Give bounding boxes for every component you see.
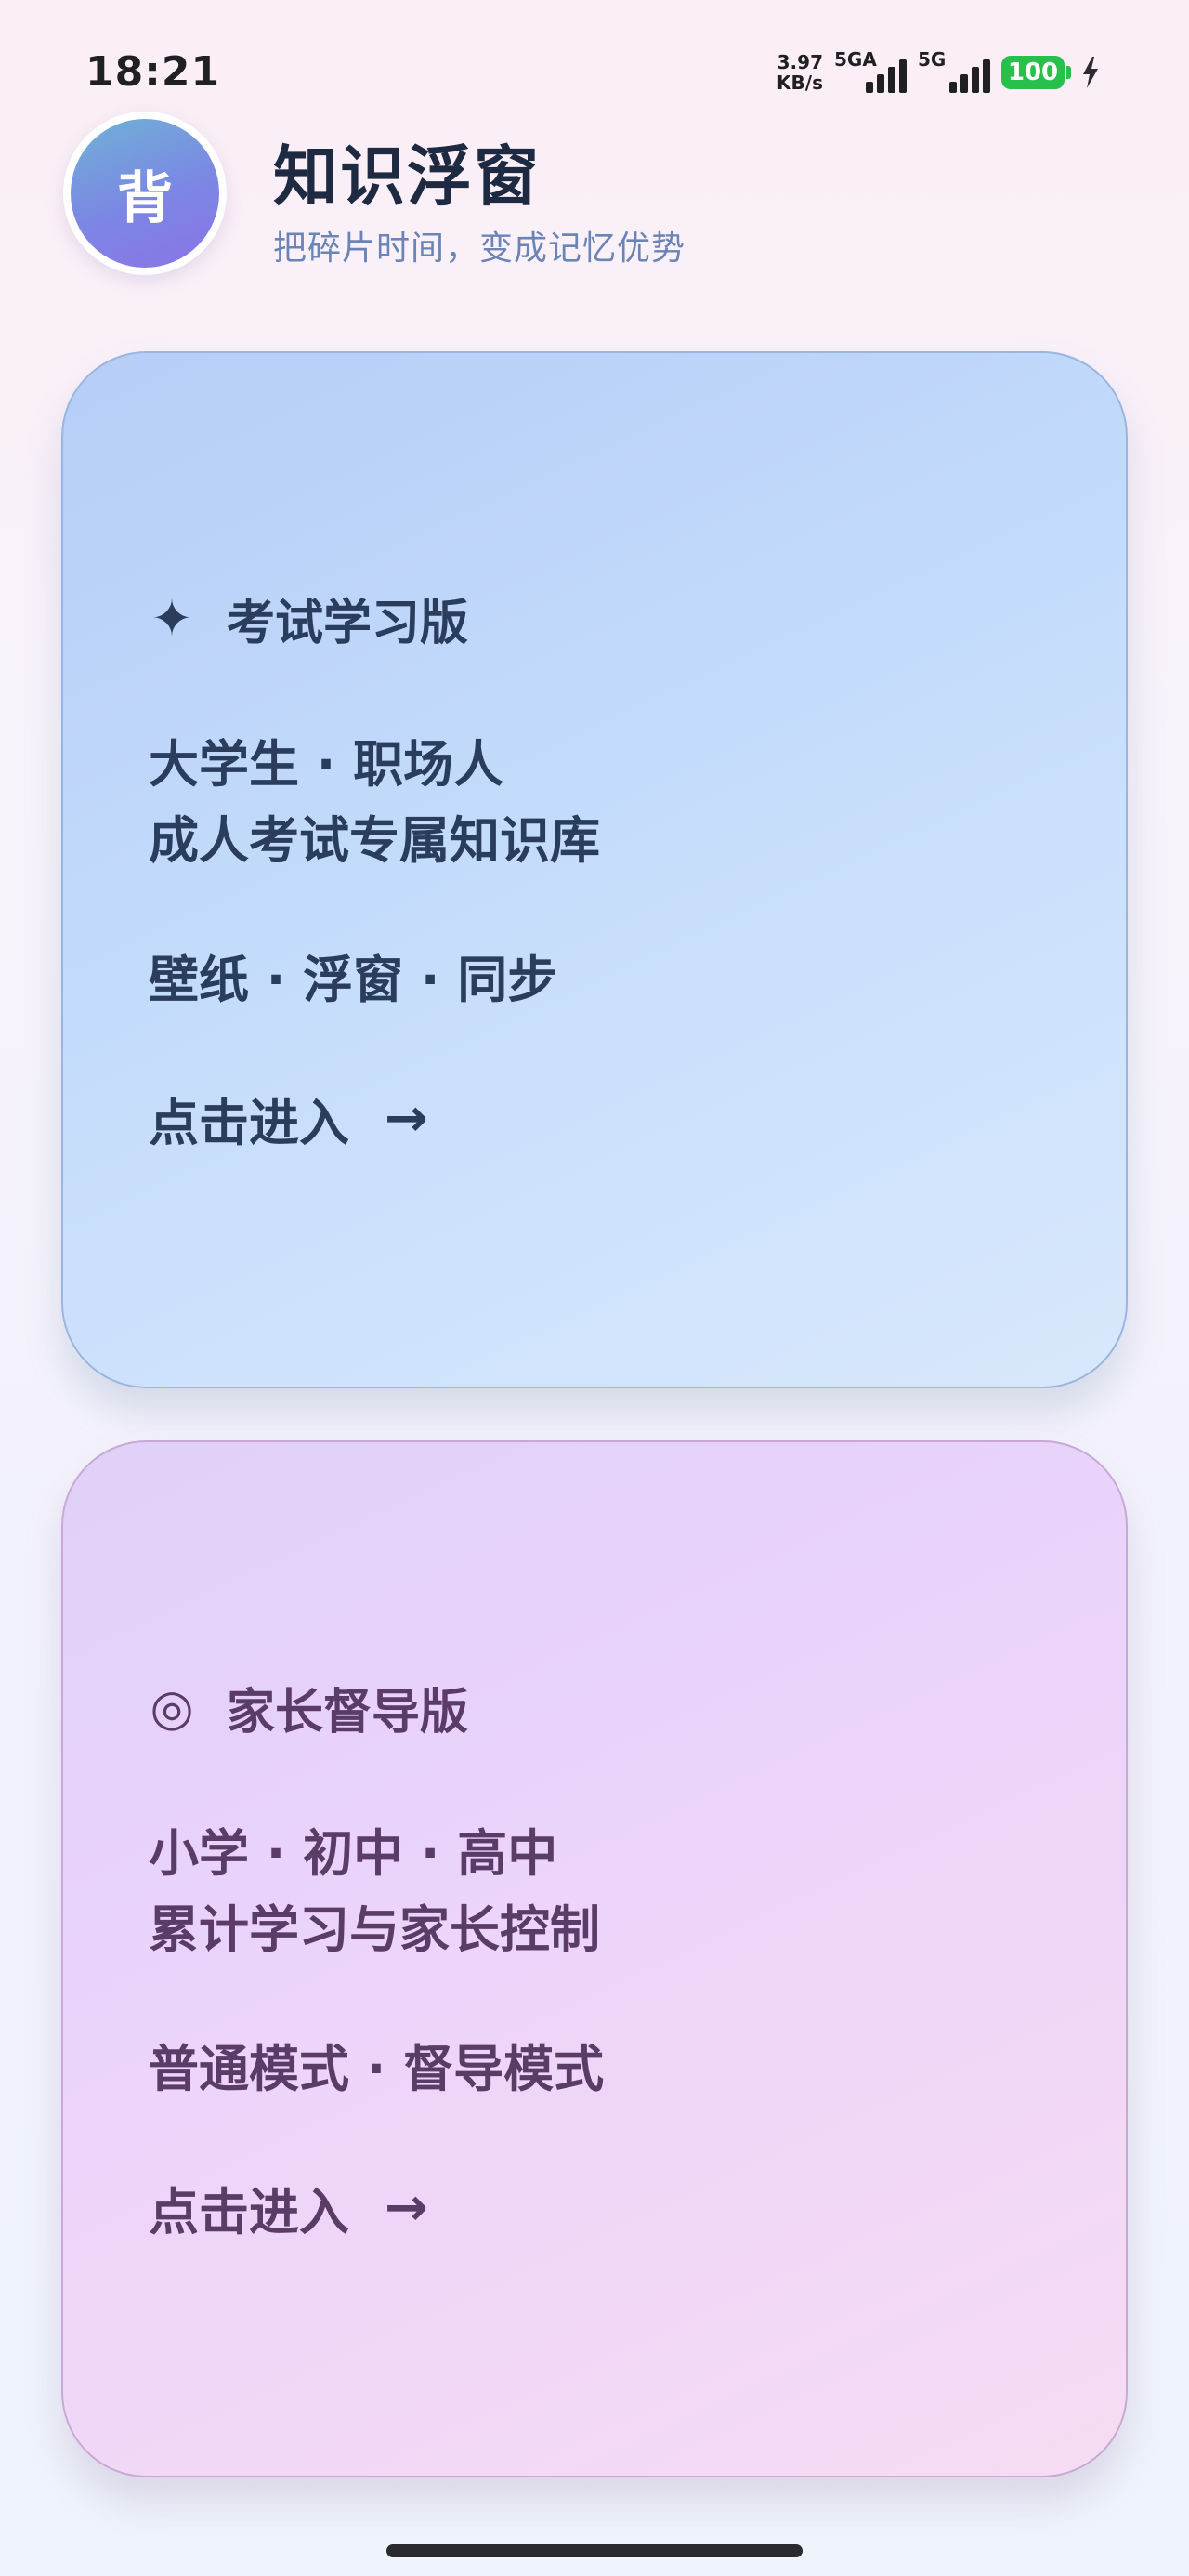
card-features: 普通模式 · 督导模式 (149, 2040, 605, 2098)
card-heading: ◎ 家长督导版 (149, 1673, 468, 1742)
enter-parent-edition-link[interactable]: 点击进入 → (149, 2171, 428, 2244)
card-title: 考试学习版 (227, 596, 469, 651)
gesture-navigation-bar[interactable] (386, 2544, 803, 2557)
signal-5ga: 5GA (834, 48, 907, 95)
battery-level: 100 (1007, 59, 1059, 86)
status-time: 18:21 (85, 48, 221, 96)
enter-label: 点击进入 (149, 1094, 349, 1152)
battery-icon: 100 (1001, 56, 1071, 89)
card-target-line: 大学生 · 职场人 (149, 735, 504, 794)
status-bar: 18:21 3.97 KB/s 5GA 5G 100 (0, 0, 1189, 102)
card-target-audience: 小学 · 初中 · 高中 累计学习与家长控制 (149, 1816, 600, 1968)
network-speed-unit: KB/s (777, 72, 823, 94)
card-target-audience: 大学生 · 职场人 成人考试专属知识库 (149, 727, 600, 879)
network-speed: 3.97 KB/s (777, 52, 823, 93)
signal-bars-icon (866, 59, 907, 93)
bullseye-icon: ◎ (150, 1678, 194, 1737)
app-title: 知识浮窗 (273, 138, 541, 215)
card-heading: ✦ 考试学习版 (149, 584, 468, 653)
enter-label: 点击进入 (149, 2183, 349, 2241)
signal-5g: 5G (918, 48, 990, 95)
app-logo-avatar: 背 (63, 112, 227, 275)
status-icons: 3.97 KB/s 5GA 5G 100 (777, 48, 1100, 97)
signal-5g-label: 5G (918, 48, 947, 71)
app-logo-char: 背 (71, 119, 219, 268)
signal-bars-icon (949, 59, 990, 93)
network-speed-value: 3.97 (777, 51, 823, 73)
sparkle-icon: ✦ (150, 589, 193, 648)
card-target-line: 成人考试专属知识库 (149, 811, 600, 870)
card-features: 壁纸 · 浮窗 · 同步 (149, 951, 558, 1009)
card-title: 家长督导版 (227, 1685, 469, 1741)
charging-bolt-icon (1083, 57, 1098, 88)
arrow-right-icon: → (385, 2177, 428, 2238)
arrow-right-icon: → (385, 1088, 428, 1149)
parent-edition-card[interactable]: ◎ 家长督导版 小学 · 初中 · 高中 累计学习与家长控制 普通模式 · 督导… (61, 1440, 1128, 2477)
enter-exam-edition-link[interactable]: 点击进入 → (149, 1082, 428, 1155)
card-target-line: 小学 · 初中 · 高中 (149, 1824, 558, 1883)
app-subtitle: 把碎片时间，变成记忆优势 (273, 230, 686, 268)
card-target-line: 累计学习与家长控制 (149, 1900, 600, 1959)
exam-edition-card[interactable]: ✦ 考试学习版 大学生 · 职场人 成人考试专属知识库 壁纸 · 浮窗 · 同步… (61, 351, 1128, 1388)
